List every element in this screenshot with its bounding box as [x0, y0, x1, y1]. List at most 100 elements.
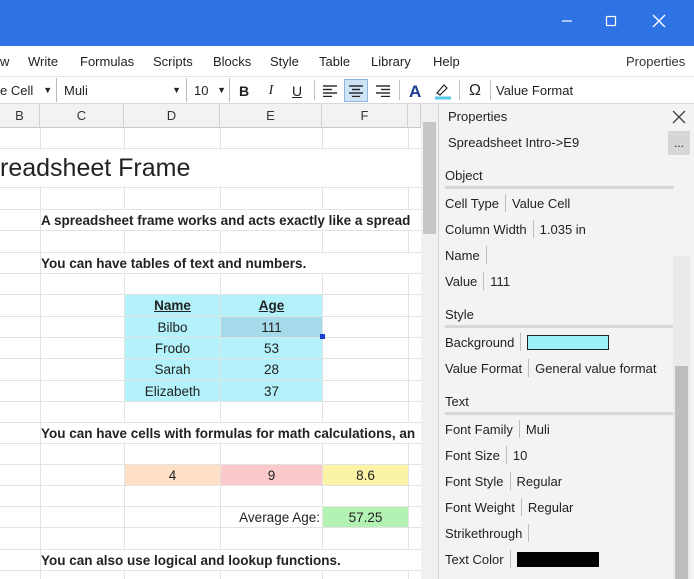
menu-formulas[interactable]: Formulas [80, 54, 134, 69]
prop-font-weight[interactable]: Font Weight Regular [445, 496, 573, 518]
menu-view[interactable]: w [0, 54, 9, 69]
intro-text-line[interactable]: A spreadsheet frame works and acts exact… [41, 210, 421, 230]
prop-strikethrough[interactable]: Strikethrough [445, 522, 535, 544]
align-center-button[interactable] [344, 79, 368, 102]
table-cell-age[interactable]: 37 [221, 381, 322, 401]
prop-value: Regular [516, 473, 563, 489]
prop-value: 10 [512, 447, 528, 463]
table-cell-name[interactable]: Frodo [125, 338, 220, 358]
text-color-button[interactable]: A [404, 79, 428, 102]
toolbar-divider [490, 80, 491, 100]
prop-name[interactable]: Name [445, 244, 493, 266]
column-header-e[interactable]: E [220, 104, 322, 128]
text-color-swatch[interactable] [516, 551, 599, 567]
properties-panel: Properties Spreadsheet Intro->E9 ... Obj… [438, 104, 694, 579]
prop-value-format[interactable]: Value Format General value format [445, 357, 656, 379]
align-right-button[interactable] [371, 79, 395, 102]
section-divider [445, 412, 674, 415]
minimize-button[interactable] [544, 0, 590, 42]
maximize-button[interactable] [588, 0, 634, 42]
cell-type-value: e Cell [0, 82, 34, 98]
insert-symbol-button[interactable]: Ω [463, 79, 487, 102]
background-color-swatch[interactable] [527, 334, 610, 350]
column-header-f[interactable]: F [322, 104, 408, 128]
align-center-icon [349, 84, 363, 97]
cell-type-select[interactable]: e Cell ▼ [0, 78, 57, 102]
prop-cell-type[interactable]: Cell Type Value Cell [445, 192, 570, 214]
close-button[interactable] [636, 0, 682, 42]
toolbar-divider [459, 80, 460, 100]
table-cell-name[interactable]: Elizabeth [125, 381, 220, 401]
sheet-title[interactable]: readsheet Frame [0, 149, 421, 187]
prop-value: Value Cell [511, 195, 571, 211]
prop-background[interactable]: Background [445, 331, 610, 353]
prop-text-color[interactable]: Text Color [445, 548, 599, 570]
prop-font-family[interactable]: Font Family Muli [445, 418, 550, 440]
font-family-select[interactable]: Muli ▼ [60, 78, 187, 102]
calc-cell-orange[interactable]: 4 [125, 465, 220, 485]
selection-handle[interactable] [320, 334, 325, 339]
maximize-icon [605, 15, 617, 27]
prop-label: Font Family [445, 421, 513, 437]
align-right-icon [376, 84, 390, 97]
section-text: Text [445, 394, 469, 409]
menu-blocks[interactable]: Blocks [213, 54, 251, 69]
menu-bar: w Write Formulas Scripts Blocks Style Ta… [0, 46, 694, 77]
italic-button[interactable]: I [259, 79, 283, 102]
sheet-scroll-thumb[interactable] [423, 122, 436, 234]
prop-label: Font Style [445, 473, 504, 489]
table-cell-name[interactable]: Bilbo [125, 317, 220, 337]
prop-column-width[interactable]: Column Width 1.035 in [445, 218, 586, 240]
chevron-down-icon: ▼ [43, 85, 53, 95]
logic-text-line[interactable]: You can also use logical and lookup func… [41, 550, 421, 570]
average-age-label[interactable]: Average Age: [221, 507, 322, 527]
prop-divider [528, 524, 530, 542]
calc-cell-pink[interactable]: 9 [221, 465, 322, 485]
prop-divider [483, 272, 485, 290]
column-header-b[interactable]: B [0, 104, 40, 128]
tables-text-line[interactable]: You can have tables of text and numbers. [41, 253, 421, 273]
prop-divider [505, 446, 507, 464]
calc-cell-yellow[interactable]: 8.6 [323, 465, 408, 485]
properties-scroll-thumb[interactable] [675, 366, 688, 579]
close-properties-button[interactable] [672, 110, 686, 124]
prop-label: Column Width [445, 221, 527, 237]
highlight-button[interactable] [430, 79, 454, 102]
prop-font-style[interactable]: Font Style Regular [445, 470, 562, 492]
table-header-age[interactable]: Age [221, 295, 322, 316]
more-options-button[interactable]: ... [668, 131, 690, 155]
section-divider [445, 325, 674, 328]
menu-scripts[interactable]: Scripts [153, 54, 193, 69]
table-header-name[interactable]: Name [125, 295, 220, 316]
spreadsheet-grid[interactable]: readsheet Frame A spreadsheet frame work… [0, 128, 421, 579]
sheet-vertical-scrollbar[interactable] [421, 104, 438, 579]
font-family-value: Muli [64, 82, 88, 98]
table-cell-age[interactable]: 53 [221, 338, 322, 358]
align-left-button[interactable] [318, 79, 342, 102]
prop-value-field[interactable]: Value 111 [445, 270, 510, 292]
value-format-button[interactable]: Value Format [496, 78, 596, 102]
menu-library[interactable]: Library [371, 54, 411, 69]
menu-properties[interactable]: Properties [626, 54, 685, 69]
close-icon [672, 110, 686, 124]
column-header-c[interactable]: C [40, 104, 124, 128]
table-cell-age[interactable]: 28 [221, 359, 322, 380]
prop-divider [509, 472, 511, 490]
prop-value: 111 [490, 273, 511, 289]
menu-help[interactable]: Help [433, 54, 460, 69]
table-cell-age-selected[interactable]: 111 [221, 317, 322, 337]
menu-style[interactable]: Style [270, 54, 299, 69]
underline-button[interactable]: U [285, 79, 309, 102]
prop-divider [504, 194, 506, 212]
column-header-d[interactable]: D [124, 104, 220, 128]
properties-scrollbar[interactable] [673, 256, 690, 579]
average-age-value[interactable]: 57.25 [323, 507, 408, 527]
formulas-text-line[interactable]: You can have cells with formulas for mat… [41, 423, 421, 443]
menu-table[interactable]: Table [319, 54, 350, 69]
menu-write[interactable]: Write [28, 54, 58, 69]
table-cell-name[interactable]: Sarah [125, 359, 220, 380]
bold-button[interactable]: B [232, 79, 256, 102]
font-size-select[interactable]: 10 ▼ [190, 78, 230, 102]
column-header-g[interactable] [408, 104, 421, 128]
prop-font-size[interactable]: Font Size 10 [445, 444, 527, 466]
